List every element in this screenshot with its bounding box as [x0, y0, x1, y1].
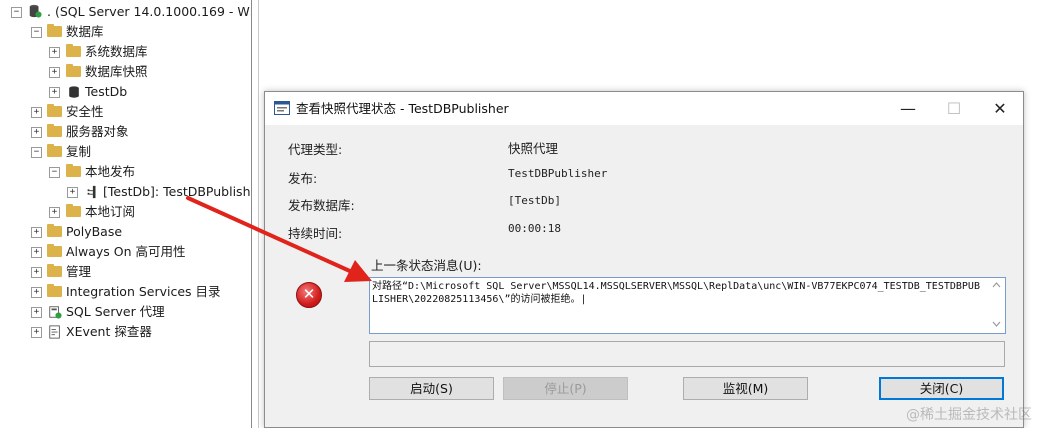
tree-server-label: . (SQL Server 14.0.1000.169 - WIN-V [47, 4, 251, 19]
expand-icon[interactable]: + [31, 307, 42, 318]
close-window-button[interactable]: ✕ [977, 92, 1023, 125]
folder-icon [47, 284, 62, 297]
folder-icon [66, 204, 81, 217]
publication-icon [87, 185, 96, 199]
collapse-icon[interactable]: − [31, 147, 42, 158]
scroll-arrows-icon [992, 282, 1001, 327]
sql-agent-icon [49, 306, 62, 319]
watermark: @稀土掘金技术社区 [906, 407, 1032, 423]
last-status-message-textbox[interactable]: 对路径“D:\Microsoft SQL Server\MSSQL14.MSSQ… [369, 277, 1006, 334]
last-status-message-text: 对路径“D:\Microsoft SQL Server\MSSQL14.MSSQ… [372, 281, 980, 305]
collapse-icon[interactable]: − [31, 27, 42, 38]
publication-database-value: [TestDb] [508, 194, 561, 207]
start-button[interactable]: 启动(S) [369, 377, 494, 400]
tree-item-label: 管理 [66, 264, 92, 279]
maximize-button: ☐ [946, 99, 962, 118]
tree-item-label: 数据库快照 [85, 64, 148, 79]
snapshot-agent-status-dialog: 查看快照代理状态 - TestDBPublisher — ☐ ✕ 代理类型: 快… [264, 91, 1024, 428]
status-text-field [369, 341, 1005, 367]
dialog-title: 查看快照代理状态 - TestDBPublisher [296, 101, 509, 116]
expand-icon[interactable]: + [31, 227, 42, 238]
agent-type-label: 代理类型: [288, 142, 343, 157]
agent-type-value: 快照代理 [508, 141, 559, 156]
expand-icon[interactable]: + [31, 107, 42, 118]
folder-icon [47, 104, 62, 117]
tree-item-label: XEvent 探查器 [66, 324, 152, 339]
server-icon [29, 4, 42, 18]
stop-button: 停止(P) [503, 377, 628, 400]
expand-icon[interactable]: + [31, 327, 42, 338]
expand-icon[interactable]: + [67, 187, 78, 198]
expand-icon[interactable]: + [49, 207, 60, 218]
tree-item-label: TestDb [85, 84, 128, 99]
tree-item-label: Integration Services 目录 [66, 284, 221, 299]
folder-icon [47, 144, 62, 157]
collapse-icon[interactable]: − [11, 7, 22, 18]
expand-icon[interactable]: + [31, 127, 42, 138]
tree-item-label: 本地发布 [85, 164, 136, 179]
tree-item-label: 数据库 [66, 24, 104, 39]
xevent-icon [49, 325, 60, 339]
tree-item-label: 复制 [66, 144, 92, 159]
tree-item-label: [TestDb]: TestDBPublisher [103, 184, 251, 199]
duration-value: 00:00:18 [508, 222, 561, 235]
dialog-titlebar[interactable]: 查看快照代理状态 - TestDBPublisher — ☐ ✕ [265, 92, 1023, 125]
tree-item-label: Always On 高可用性 [66, 244, 186, 259]
database-icon [69, 86, 79, 98]
expand-icon[interactable]: + [49, 67, 60, 78]
message-scrollbar[interactable] [988, 278, 1005, 333]
last-status-message-label: 上一条状态消息(U): [371, 258, 482, 273]
collapse-icon[interactable]: − [49, 167, 60, 178]
expand-icon[interactable]: + [31, 247, 42, 258]
minimize-button[interactable]: — [885, 92, 931, 125]
error-icon: ✕ [296, 282, 322, 308]
folder-icon [66, 164, 81, 177]
tree-item-label: 安全性 [66, 104, 104, 119]
folder-icon [47, 124, 62, 137]
expand-icon[interactable]: + [31, 287, 42, 298]
folder-icon [66, 44, 81, 57]
publication-database-label: 发布数据库: [288, 198, 355, 213]
object-explorer-tree: − . (SQL Server 14.0.1000.169 - WIN-V − … [0, 0, 251, 428]
folder-icon [66, 64, 81, 77]
dialog-app-icon [274, 101, 290, 115]
pane-splitter[interactable] [251, 0, 259, 428]
tree-item-label: SQL Server 代理 [66, 304, 165, 319]
expand-icon[interactable]: + [31, 267, 42, 278]
publication-value: TestDBPublisher [508, 167, 608, 180]
monitor-button[interactable]: 监视(M) [683, 377, 808, 400]
expand-icon[interactable]: + [49, 87, 60, 98]
tree-item-label: PolyBase [66, 224, 123, 239]
close-button[interactable]: 关闭(C) [879, 377, 1004, 400]
expand-icon[interactable]: + [49, 47, 60, 58]
tree-item-label: 本地订阅 [85, 204, 136, 219]
publication-label: 发布: [288, 171, 318, 186]
folder-icon [47, 24, 62, 37]
folder-icon [47, 224, 62, 237]
tree-item-label: 服务器对象 [66, 124, 129, 139]
folder-icon [47, 244, 62, 257]
tree-item-label: 系统数据库 [85, 44, 148, 59]
duration-label: 持续时间: [288, 226, 343, 241]
folder-icon [47, 264, 62, 277]
